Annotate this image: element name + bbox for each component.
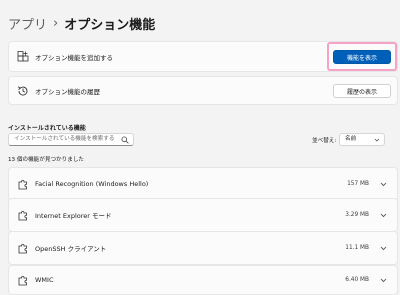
- installed-features-heading: インストールされている機能: [8, 125, 86, 132]
- feature-row[interactable]: OpenSSH クライアント 11.1 MB: [8, 231, 398, 265]
- feature-name: Internet Explorer モード: [35, 212, 112, 220]
- view-features-button[interactable]: 機能を表示: [333, 50, 391, 64]
- search-icon[interactable]: [121, 136, 129, 144]
- view-history-button[interactable]: 履歴の表示: [333, 84, 391, 98]
- add-feature-label: オプション機能を追加する: [35, 53, 113, 62]
- chevron-down-icon[interactable]: [380, 245, 387, 252]
- feature-size: 3.29 MB: [345, 212, 369, 218]
- feature-size: 6.40 MB: [345, 277, 369, 283]
- history-icon: [17, 85, 28, 95]
- add-feature-icon: [17, 50, 29, 61]
- sort-select[interactable]: 名前: [339, 133, 385, 146]
- puzzle-icon: [18, 179, 27, 190]
- feature-row[interactable]: Internet Explorer モード 3.29 MB: [8, 198, 398, 232]
- feature-search-input[interactable]: インストールされている機能を検索する: [8, 133, 134, 146]
- feature-size: 11.1 MB: [345, 245, 369, 251]
- history-label: オプション機能の履歴: [35, 87, 100, 96]
- breadcrumb: アプリ › オプション機能: [8, 14, 155, 33]
- feature-count: 13 個の機能が見つかりました: [8, 157, 85, 163]
- search-placeholder: インストールされている機能を検索する: [14, 136, 115, 142]
- breadcrumb-apps[interactable]: アプリ: [8, 14, 47, 33]
- chevron-down-icon[interactable]: [380, 277, 387, 284]
- chevron-down-icon[interactable]: [380, 181, 387, 188]
- puzzle-icon: [18, 243, 27, 254]
- feature-row[interactable]: Facial Recognition (Windows Hello) 157 M…: [8, 167, 398, 201]
- add-feature-card: オプション機能を追加する 機能を表示: [8, 41, 398, 72]
- puzzle-icon: [18, 210, 27, 221]
- feature-name: WMIC: [35, 276, 54, 284]
- breadcrumb-separator: ›: [53, 16, 59, 31]
- puzzle-icon: [18, 275, 27, 286]
- feature-size: 157 MB: [347, 181, 369, 187]
- history-card: オプション機能の履歴 履歴の表示: [8, 76, 398, 105]
- sort-label: 並べ替え:: [312, 138, 337, 144]
- chevron-down-icon[interactable]: [380, 212, 387, 219]
- feature-row[interactable]: WMIC 6.40 MB: [8, 265, 398, 295]
- chevron-down-icon: [374, 138, 380, 142]
- sort-value: 名前: [345, 136, 357, 142]
- feature-name: OpenSSH クライアント: [35, 245, 107, 253]
- page-title: オプション機能: [64, 18, 156, 33]
- feature-name: Facial Recognition (Windows Hello): [35, 180, 149, 188]
